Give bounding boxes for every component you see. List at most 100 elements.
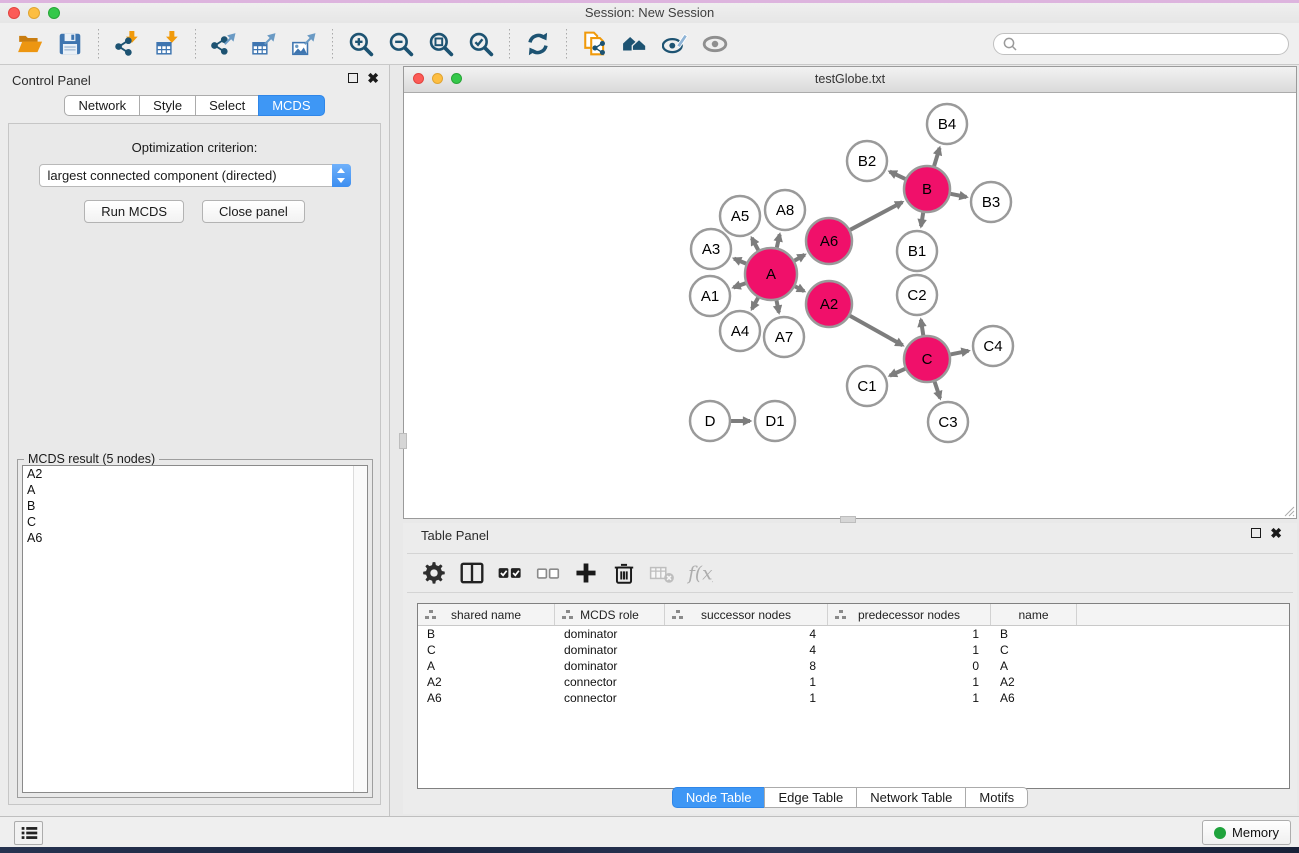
export-network-button[interactable] xyxy=(204,29,244,59)
table-row[interactable]: A6connector11A6 xyxy=(418,690,1289,706)
task-history-button[interactable] xyxy=(14,821,43,845)
run-mcds-button[interactable]: Run MCDS xyxy=(84,200,184,223)
zoom-in-button[interactable] xyxy=(341,29,381,59)
search-box[interactable] xyxy=(993,33,1289,55)
graph-edge-C-C4[interactable] xyxy=(951,351,969,355)
tab-edge-table[interactable]: Edge Table xyxy=(764,787,857,808)
zoom-out-button[interactable] xyxy=(381,29,421,59)
result-list-scrollbar[interactable] xyxy=(353,466,367,792)
column-header-successor-nodes[interactable]: successor nodes xyxy=(665,604,828,625)
graph-edge-A-A3[interactable] xyxy=(734,259,746,264)
graph-node-A1[interactable]: A1 xyxy=(690,276,730,316)
birdseye-view-button[interactable] xyxy=(695,29,735,59)
panel-divider-grip-horizontal[interactable] xyxy=(840,516,856,523)
close-panel-icon[interactable]: ✖ xyxy=(367,73,379,83)
zoom-selected-button[interactable] xyxy=(461,29,501,59)
graph-edge-A-A8[interactable] xyxy=(777,234,780,247)
optimization-criterion-select[interactable]: largest connected component (directed) xyxy=(39,164,351,187)
table-close-panel-icon[interactable]: ✖ xyxy=(1270,528,1282,538)
export-table-button[interactable] xyxy=(244,29,284,59)
node-table[interactable]: shared nameMCDS rolesuccessor nodesprede… xyxy=(417,603,1290,789)
graph-edge-A-A6[interactable] xyxy=(795,255,805,261)
graph-edge-A-A1[interactable] xyxy=(734,283,746,287)
column-header-name[interactable]: name xyxy=(991,604,1077,625)
table-row[interactable]: Cdominator41C xyxy=(418,642,1289,658)
graph-edge-C-C3[interactable] xyxy=(935,382,941,399)
graph-node-B4[interactable]: B4 xyxy=(927,104,967,144)
select-all-rows-button[interactable] xyxy=(491,558,529,588)
result-list-item[interactable]: A2 xyxy=(23,466,367,482)
deselect-all-rows-button[interactable] xyxy=(529,558,567,588)
graph-node-B3[interactable]: B3 xyxy=(971,182,1011,222)
new-network-from-selection-button[interactable] xyxy=(575,29,615,59)
network-canvas[interactable]: A5A8A3AA1A4A7A6A2B2B4BB3B1C2CC4C1C3DD1 xyxy=(404,92,1296,518)
graph-node-D[interactable]: D xyxy=(690,401,730,441)
apply-layout-button[interactable] xyxy=(518,29,558,59)
graph-node-C[interactable]: C xyxy=(904,336,950,382)
resize-grip-icon[interactable] xyxy=(1282,504,1295,517)
graph-node-D1[interactable]: D1 xyxy=(755,401,795,441)
table-row[interactable]: Adominator80A xyxy=(418,658,1289,674)
graph-edge-C-C1[interactable] xyxy=(890,369,905,376)
column-header-predecessor-nodes[interactable]: predecessor nodes xyxy=(828,604,991,625)
graph-node-A2[interactable]: A2 xyxy=(806,281,852,327)
result-list-item[interactable]: A6 xyxy=(23,530,367,546)
table-row[interactable]: Bdominator41B xyxy=(418,626,1289,642)
graph-node-A7[interactable]: A7 xyxy=(764,317,804,357)
tab-motifs[interactable]: Motifs xyxy=(965,787,1028,808)
graph-node-B1[interactable]: B1 xyxy=(897,231,937,271)
tab-network[interactable]: Network xyxy=(64,95,140,116)
save-session-button[interactable] xyxy=(50,29,90,59)
mcds-result-list[interactable]: A2ABCA6 xyxy=(22,465,368,793)
graph-node-A[interactable]: A xyxy=(745,248,797,300)
graph-node-C3[interactable]: C3 xyxy=(928,402,968,442)
panel-divider-grip-vertical[interactable] xyxy=(399,433,407,449)
table-row[interactable]: A2connector11A2 xyxy=(418,674,1289,690)
close-panel-button[interactable]: Close panel xyxy=(202,200,305,223)
graph-edge-B-B3[interactable] xyxy=(951,194,967,197)
import-network-button[interactable] xyxy=(107,29,147,59)
create-new-column-button[interactable] xyxy=(567,558,605,588)
search-input[interactable] xyxy=(1022,36,1280,52)
graph-edge-B-B2[interactable] xyxy=(890,172,906,179)
graph-edge-A2-C[interactable] xyxy=(850,316,903,346)
graph-node-A3[interactable]: A3 xyxy=(691,229,731,269)
graph-edge-A-A2[interactable] xyxy=(795,286,804,291)
tab-select[interactable]: Select xyxy=(195,95,259,116)
graph-node-C4[interactable]: C4 xyxy=(973,326,1013,366)
graph-node-B[interactable]: B xyxy=(904,166,950,212)
graph-node-C1[interactable]: C1 xyxy=(847,366,887,406)
table-float-panel-icon[interactable] xyxy=(1251,528,1261,538)
tab-mcds[interactable]: MCDS xyxy=(258,95,324,116)
result-list-item[interactable]: A xyxy=(23,482,367,498)
graph-edge-A-A5[interactable] xyxy=(752,238,759,250)
result-list-item[interactable]: B xyxy=(23,498,367,514)
open-session-button[interactable] xyxy=(10,29,50,59)
graph-node-A8[interactable]: A8 xyxy=(765,190,805,230)
tab-network-table[interactable]: Network Table xyxy=(856,787,966,808)
zoom-fit-button[interactable] xyxy=(421,29,461,59)
home-views-button[interactable] xyxy=(615,29,655,59)
result-list-item[interactable]: C xyxy=(23,514,367,530)
graph-edge-A6-B[interactable] xyxy=(850,202,902,230)
column-header-MCDS-role[interactable]: MCDS role xyxy=(555,604,665,625)
graph-edge-A-A4[interactable] xyxy=(752,298,758,309)
graph-node-A4[interactable]: A4 xyxy=(720,311,760,351)
graph-node-B2[interactable]: B2 xyxy=(847,141,887,181)
graph-node-A6[interactable]: A6 xyxy=(806,218,852,264)
tab-style[interactable]: Style xyxy=(139,95,196,116)
tab-node-table[interactable]: Node Table xyxy=(672,787,766,808)
graph-node-C2[interactable]: C2 xyxy=(897,275,937,315)
graph-edge-C-C2[interactable] xyxy=(921,320,923,336)
graph-edge-B-B4[interactable] xyxy=(934,148,940,166)
graph-edge-A-A7[interactable] xyxy=(777,300,779,312)
toggle-graphics-details-button[interactable] xyxy=(655,29,695,59)
delete-columns-button[interactable] xyxy=(605,558,643,588)
memory-button[interactable]: Memory xyxy=(1202,820,1291,845)
column-visibility-button[interactable] xyxy=(453,558,491,588)
column-header-shared-name[interactable]: shared name xyxy=(418,604,555,625)
float-panel-icon[interactable] xyxy=(348,73,358,83)
graph-edge-B-B1[interactable] xyxy=(921,213,923,227)
table-mode-settings-button[interactable] xyxy=(415,558,453,588)
export-image-button[interactable] xyxy=(284,29,324,59)
